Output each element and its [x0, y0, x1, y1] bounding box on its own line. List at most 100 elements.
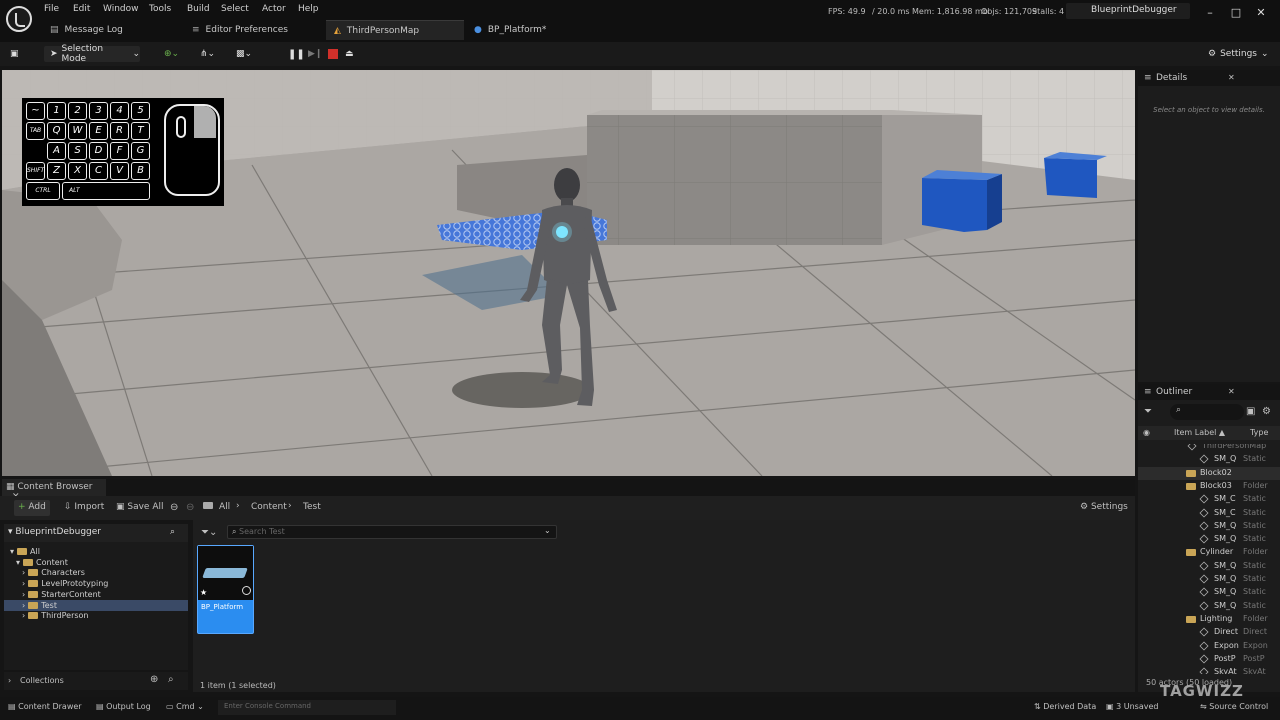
- folder-characters[interactable]: › Characters: [22, 567, 85, 578]
- outliner-row[interactable]: Block03 Folder: [1138, 480, 1280, 493]
- watermark: TAGWIZZ: [1160, 682, 1244, 700]
- menu-build[interactable]: Build: [187, 4, 210, 14]
- cinematics-icon[interactable]: ▩⌄: [236, 46, 252, 62]
- folder-thirdperson[interactable]: › ThirdPerson: [22, 610, 89, 621]
- cb-settings-button[interactable]: ⚙ Settings: [1080, 502, 1128, 512]
- sources-header[interactable]: ▾ BlueprintDebugger ⌕: [4, 524, 188, 542]
- filter-icon[interactable]: ⏷⌄: [201, 527, 217, 538]
- stop-icon[interactable]: [328, 46, 338, 62]
- settings-button[interactable]: ⚙ Settings ⌄: [1208, 46, 1269, 62]
- console-command-input[interactable]: Enter Console Command: [218, 700, 396, 715]
- add-button[interactable]: + Add: [14, 500, 50, 516]
- derived-data-button[interactable]: ⇅ Derived Data: [1034, 702, 1096, 711]
- main-toolbar: [0, 42, 1280, 66]
- path-all[interactable]: All: [219, 502, 230, 512]
- chevron-down-icon[interactable]: ⌄: [544, 526, 551, 535]
- outliner-row[interactable]: SM_Q Static: [1138, 453, 1280, 466]
- content-browser-sources: ▾ BlueprintDebugger ⌕ ▾ All ▾ Content › Chara…: [4, 524, 188, 670]
- output-log-button[interactable]: ▤ Output Log: [96, 702, 151, 711]
- path-content[interactable]: Content: [251, 502, 287, 512]
- forward-icon[interactable]: ⊖: [186, 502, 194, 513]
- outliner-row[interactable]: SM_C Static: [1138, 507, 1280, 520]
- outliner-row[interactable]: SM_Q Static: [1138, 586, 1280, 599]
- keyboard-overlay: ~1 2 3 4 5 TAB Q W E R T A S D F G SHIFT Z X C V B CTRL ALT: [22, 98, 224, 206]
- static-mesh-icon: [1187, 444, 1197, 451]
- static-mesh-icon: [1199, 534, 1209, 544]
- menu-select[interactable]: Select: [221, 4, 249, 14]
- menu-help[interactable]: Help: [298, 4, 319, 14]
- outliner-row[interactable]: PostP PostP: [1138, 653, 1280, 666]
- eye-icon[interactable]: ◉: [1143, 428, 1150, 437]
- menu-tools[interactable]: Tools: [149, 4, 171, 14]
- outliner-row[interactable]: SkyAt SkyAt: [1138, 666, 1280, 674]
- close-window-icon[interactable]: ✕: [1254, 6, 1268, 20]
- back-icon[interactable]: ⊖: [170, 502, 178, 513]
- filter-icon[interactable]: ⏷: [1144, 406, 1152, 417]
- folder-startercontent[interactable]: › StarterContent: [22, 589, 101, 600]
- outliner-row[interactable]: SM_Q Static: [1138, 600, 1280, 613]
- content-drawer-button[interactable]: ▤ Content Drawer: [8, 702, 82, 711]
- asset-search-input[interactable]: ⌕ Search Test ⌄: [227, 525, 557, 539]
- outliner-row[interactable]: Direct Direct: [1138, 626, 1280, 639]
- asset-tile-bp-platform[interactable]: ★ BP_Platform: [197, 545, 254, 634]
- save-all-button[interactable]: ▣ Save All: [116, 502, 164, 512]
- pause-icon[interactable]: ❚❚: [288, 46, 305, 62]
- folder-test[interactable]: › Test: [4, 599, 188, 611]
- tab-bp-platform[interactable]: ● BP_Platform*: [466, 20, 606, 40]
- menu-file[interactable]: File: [44, 4, 59, 14]
- outliner-row[interactable]: Block02: [1138, 466, 1280, 480]
- maximize-icon[interactable]: □: [1229, 6, 1243, 20]
- step-icon[interactable]: ▶❙: [308, 46, 322, 62]
- eject-icon[interactable]: ⏏: [345, 46, 354, 62]
- tab-content-browser[interactable]: ▦ Content Browser ✕: [2, 479, 106, 502]
- outliner-search-input[interactable]: ⌕: [1170, 404, 1244, 420]
- outliner-row[interactable]: SM_Q Static: [1138, 560, 1280, 573]
- folder-browse-icon[interactable]: [203, 502, 213, 512]
- unreal-logo-icon[interactable]: [6, 6, 32, 32]
- menu-edit[interactable]: Edit: [73, 4, 90, 14]
- import-button[interactable]: ⇩ Import: [64, 502, 104, 512]
- outliner-row[interactable]: ThirdPersonMap: [1138, 444, 1280, 453]
- outliner-settings-gear-icon[interactable]: ⚙: [1262, 406, 1271, 417]
- level-viewport[interactable]: ~1 2 3 4 5 TAB Q W E R T A S D F G SHIFT Z X C V B CTRL ALT: [2, 70, 1135, 476]
- cmd-dropdown[interactable]: ▭ Cmd ⌄: [166, 702, 204, 711]
- unsaved-button[interactable]: ▣ 3 Unsaved: [1106, 702, 1158, 711]
- ms-stat: / 20.0 ms: [872, 7, 910, 16]
- add-collection-icon[interactable]: ⊕: [150, 674, 158, 685]
- tab-message-log[interactable]: ▤ Message Log: [42, 20, 182, 40]
- search-icon[interactable]: ⌕: [168, 674, 174, 685]
- menu-actor[interactable]: Actor: [262, 4, 286, 14]
- search-icon[interactable]: ⌕: [170, 527, 175, 537]
- close-details-icon[interactable]: ✕: [1228, 73, 1235, 82]
- close-outliner-icon[interactable]: ✕: [1228, 387, 1235, 396]
- folder-levelprototyping[interactable]: › LevelPrototyping: [22, 578, 108, 589]
- folder-all[interactable]: ▾ All: [10, 546, 40, 557]
- add-actor-icon[interactable]: ⊕⌄: [164, 46, 179, 62]
- outliner-row[interactable]: Lighting Folder: [1138, 613, 1280, 626]
- outliner-row[interactable]: SM_Q Static: [1138, 520, 1280, 533]
- outliner-row[interactable]: SM_Q Static: [1138, 533, 1280, 546]
- outliner-row[interactable]: Expon Expon: [1138, 640, 1280, 653]
- outliner-row[interactable]: SM_Q Static: [1138, 573, 1280, 586]
- tab-editor-preferences[interactable]: ≡ Editor Preferences: [184, 20, 324, 40]
- selection-mode-dropdown[interactable]: ➤ Selection Mode ⌄: [44, 44, 140, 64]
- blueprint-menu-icon[interactable]: ⋔⌄: [200, 46, 215, 62]
- static-mesh-icon: [1199, 601, 1209, 611]
- source-control-button[interactable]: ⇋ Source Control: [1200, 702, 1268, 711]
- type-column[interactable]: Type: [1250, 428, 1268, 437]
- derived-data-icon: ⇅: [1034, 702, 1044, 711]
- collections-section[interactable]: › Collections ⊕ ⌕: [4, 672, 188, 690]
- path-test[interactable]: Test: [303, 502, 321, 512]
- tab-third-person-map[interactable]: ◭ ThirdPersonMap: [326, 20, 464, 40]
- minimize-icon[interactable]: –: [1203, 6, 1217, 20]
- menu-window[interactable]: Window: [103, 4, 139, 14]
- save-icon[interactable]: ▣: [10, 46, 19, 62]
- outliner-icon: ≡: [1144, 387, 1152, 397]
- item-label-column[interactable]: Item Label ▲: [1174, 428, 1225, 437]
- folder-content[interactable]: ▾ Content: [16, 557, 68, 568]
- outliner-row[interactable]: Cylinder Folder: [1138, 546, 1280, 559]
- unsaved-icon: ▣: [1106, 702, 1117, 711]
- add-folder-icon[interactable]: ▣: [1246, 406, 1255, 417]
- key-x: X: [68, 162, 87, 180]
- outliner-row[interactable]: SM_C Static: [1138, 493, 1280, 506]
